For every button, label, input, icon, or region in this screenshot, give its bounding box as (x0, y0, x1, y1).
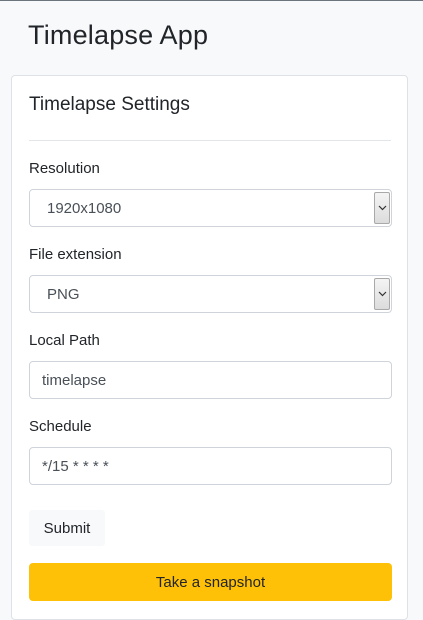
take-snapshot-button[interactable]: Take a snapshot (29, 563, 392, 601)
top-border (0, 0, 423, 1)
resolution-select[interactable]: 1920x1080 (29, 189, 392, 227)
schedule-label: Schedule (29, 418, 92, 435)
file-extension-label: File extension (29, 246, 122, 263)
file-extension-select[interactable]: PNG (29, 275, 392, 313)
resolution-label: Resolution (29, 160, 100, 177)
page-title: Timelapse App (28, 20, 209, 50)
resolution-value: 1920x1080 (47, 199, 122, 217)
file-extension-value: PNG (47, 285, 80, 303)
settings-card: Timelapse Settings Resolution 1920x1080 … (11, 75, 408, 620)
local-path-label: Local Path (29, 332, 100, 349)
local-path-input[interactable]: timelapse (29, 361, 392, 399)
schedule-input[interactable]: */15 * * * * (29, 447, 392, 485)
card-divider (29, 140, 391, 141)
schedule-value: */15 * * * * (42, 457, 109, 475)
card-title: Timelapse Settings (29, 94, 190, 115)
chevron-down-icon[interactable] (374, 192, 390, 224)
local-path-value: timelapse (42, 371, 107, 389)
chevron-down-icon[interactable] (374, 278, 390, 310)
submit-button[interactable]: Submit (29, 510, 105, 546)
